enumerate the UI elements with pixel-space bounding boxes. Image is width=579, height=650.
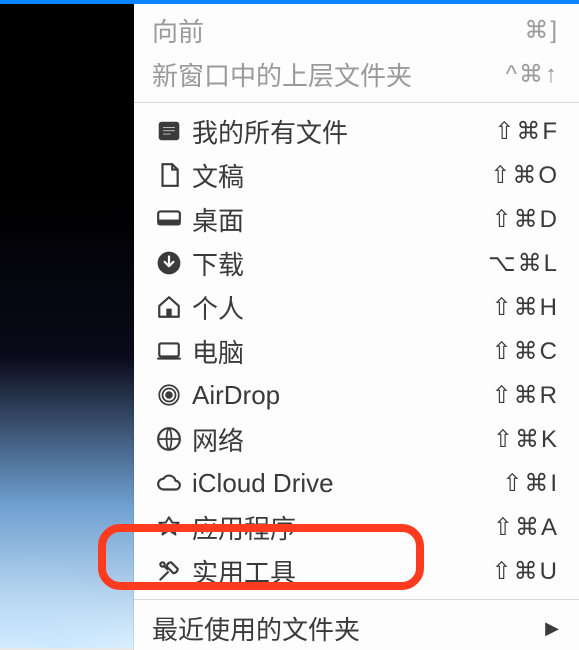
menu-item-label: iCloud Drive [186, 468, 502, 499]
menu-item-network[interactable]: 网络 ⇧⌘K [134, 417, 579, 461]
menu-item-shortcut: ⇧⌘I [502, 469, 559, 498]
network-icon [152, 426, 186, 452]
menu-item-all-my-files[interactable]: 我的所有文件 ⇧⌘F [134, 109, 579, 153]
applications-icon [152, 514, 186, 540]
menu-item-shortcut: ⇧⌘A [493, 513, 559, 542]
airdrop-icon [152, 382, 186, 408]
computer-icon [152, 338, 186, 364]
menu-item-shortcut: ⇧⌘U [492, 557, 559, 586]
menu-item-shortcut: ⌥⌘L [488, 249, 559, 278]
menu-item-desktop[interactable]: 桌面 ⇧⌘D [134, 197, 579, 241]
icloud-icon [152, 470, 186, 496]
menu-item-utilities[interactable]: 实用工具 ⇧⌘U [134, 549, 579, 593]
menu-item-recent-folders[interactable]: 最近使用的文件夹 ▶ [134, 606, 579, 650]
menu-item-downloads[interactable]: 下载 ⌥⌘L [134, 241, 579, 285]
home-icon [152, 294, 186, 320]
menu-item-label: 实用工具 [186, 553, 492, 590]
menu-item-shortcut: ⇧⌘C [492, 337, 559, 366]
menu-item-applications[interactable]: 应用程序 ⇧⌘A [134, 505, 579, 549]
menu-item-label: 新窗口中的上层文件夹 [152, 56, 506, 93]
menu-item-documents[interactable]: 文稿 ⇧⌘O [134, 153, 579, 197]
menu-item-shortcut: ⇧⌘F [494, 117, 559, 146]
menu-item-shortcut: ⇧⌘H [492, 293, 559, 322]
menu-item-label: 我的所有文件 [186, 113, 494, 150]
menu-separator [134, 102, 579, 103]
menu-item-shortcut: ⇧⌘D [492, 205, 559, 234]
menu-item-label: AirDrop [186, 380, 492, 411]
menu-item-home[interactable]: 个人 ⇧⌘H [134, 285, 579, 329]
menu-item-computer[interactable]: 电脑 ⇧⌘C [134, 329, 579, 373]
menu-item-label: 文稿 [186, 157, 490, 194]
menu-item-label: 向前 [152, 12, 524, 49]
submenu-arrow-icon: ▶ [545, 618, 559, 639]
menu-item-label: 最近使用的文件夹 [152, 610, 545, 647]
utilities-icon [152, 558, 186, 584]
desktop-icon [152, 206, 186, 232]
menu-item-label: 应用程序 [186, 509, 493, 546]
menu-item-label: 下载 [186, 245, 488, 282]
desktop-backdrop [0, 0, 134, 648]
menu-item-airdrop[interactable]: AirDrop ⇧⌘R [134, 373, 579, 417]
menu-item-icloud-drive[interactable]: iCloud Drive ⇧⌘I [134, 461, 579, 505]
documents-icon [152, 162, 186, 188]
menu-item-shortcut: ^⌘↑ [506, 60, 559, 89]
downloads-icon [152, 250, 186, 276]
menu-item-shortcut: ⇧⌘R [492, 381, 559, 410]
menu-item-label: 个人 [186, 289, 492, 326]
menu-item-label: 网络 [186, 421, 493, 458]
all-files-icon [152, 118, 186, 144]
menu-item-label: 桌面 [186, 201, 492, 238]
menu-separator [134, 599, 579, 600]
go-menu: 向前 ⌘] 新窗口中的上层文件夹 ^⌘↑ 我的所有文件 ⇧⌘F 文稿 ⇧⌘O 桌… [134, 4, 579, 650]
menu-item-shortcut: ⌘] [524, 16, 559, 45]
menu-item-label: 电脑 [186, 333, 492, 370]
menu-item-enclosing-folder-new-window: 新窗口中的上层文件夹 ^⌘↑ [134, 52, 579, 96]
menu-item-shortcut: ⇧⌘O [490, 161, 559, 190]
menu-item-forward: 向前 ⌘] [134, 8, 579, 52]
menu-item-shortcut: ⇧⌘K [493, 425, 559, 454]
